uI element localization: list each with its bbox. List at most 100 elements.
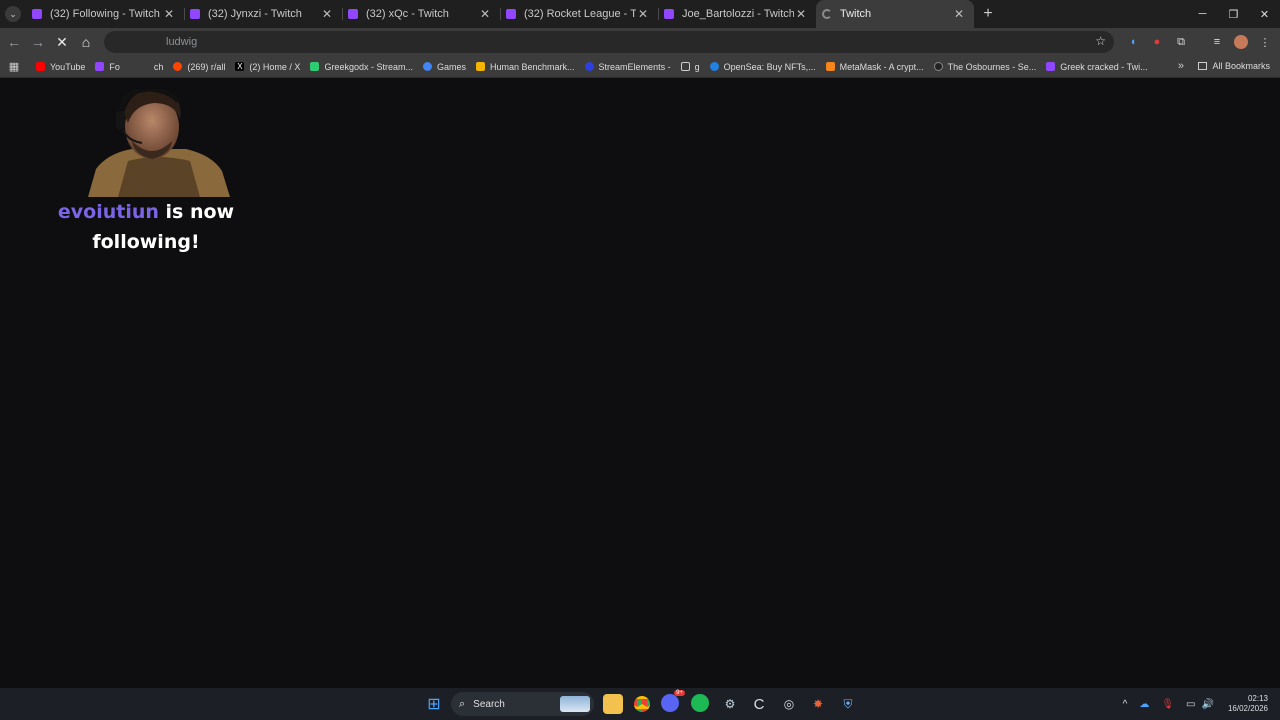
close-icon[interactable]: ✕ (162, 7, 176, 21)
tab-xqc[interactable]: (32) xQc - Twitch ✕ (342, 0, 500, 28)
follow-alert-text: evoiutiun is now following! (20, 197, 272, 257)
close-icon[interactable]: ✕ (636, 7, 650, 21)
cast-extension-icon[interactable]: ◖ (1124, 33, 1142, 51)
spotify-icon[interactable] (691, 694, 709, 712)
stop-button[interactable]: ✕ (50, 30, 74, 54)
close-icon[interactable]: ✕ (952, 7, 966, 21)
bookmark-greek-cracked[interactable]: Greek cracked - Twi... (1046, 62, 1148, 72)
bookmark-opensea[interactable]: OpenSea: Buy NFTs,... (709, 62, 816, 72)
home-button[interactable]: ⌂ (74, 30, 98, 54)
tab-title: (32) Jynxzi - Twitch (208, 8, 302, 20)
bookmark-reddit[interactable]: (269) r/all (173, 62, 225, 72)
arrow-left-icon: ← (7, 34, 21, 50)
tab-following[interactable]: (32) Following - Twitch ✕ (26, 0, 184, 28)
chevron-double-right-icon[interactable]: » (1178, 60, 1184, 72)
record-extension-icon[interactable]: ● (1148, 33, 1166, 51)
system-tray: ^ ☁ 🎙 ▭ 🔊 02:13 16/02/2026 (1123, 688, 1280, 720)
search-highlight-image (560, 696, 590, 712)
taskbar-search[interactable]: ⌕ Search (451, 692, 594, 716)
windows-start-icon[interactable]: ⊞ (424, 694, 444, 714)
x-icon: X (235, 62, 245, 71)
forward-button[interactable]: → (26, 30, 50, 54)
taskbar-clock[interactable]: 02:13 16/02/2026 (1228, 694, 1268, 714)
folder-icon (680, 62, 690, 71)
file-explorer-icon[interactable] (603, 694, 623, 714)
tab-title: (32) xQc - Twitch (366, 8, 449, 20)
bookmark-twitch[interactable]: Fo ch (95, 62, 163, 72)
metamask-icon (825, 62, 835, 71)
bookmark-folder-g[interactable]: g (680, 62, 700, 72)
tab-jynxzi[interactable]: (32) Jynxzi - Twitch ✕ (184, 0, 342, 28)
github-icon[interactable]: ◎ (779, 694, 799, 714)
bookmark-streamelements[interactable]: StreamElements - (584, 62, 671, 72)
all-bookmarks-button[interactable]: All Bookmarks (1198, 61, 1270, 71)
discord-badge: 9+ (674, 690, 685, 696)
bookmark-human-benchmark[interactable]: Human Benchmark... (476, 62, 575, 72)
tab-twitch-active[interactable]: Twitch ✕ (816, 0, 974, 28)
media-controls-icon[interactable]: ≡ (1208, 33, 1226, 51)
google-icon (422, 62, 432, 71)
microphone-icon[interactable]: 🎙 (1161, 699, 1174, 710)
close-icon[interactable]: ✕ (794, 7, 808, 21)
twitch-icon (95, 62, 105, 71)
plus-icon: + (983, 5, 993, 22)
bookmark-star-icon[interactable]: ☆ (1095, 34, 1106, 48)
browser-toolbar: ← → ✕ ⌂ ludwig ☆ ◖ ● ⧉ ≡ ⋮ (0, 28, 1280, 56)
bookmark-metamask[interactable]: MetaMask - A crypt... (825, 62, 924, 72)
opensea-icon (709, 62, 719, 71)
steam-icon[interactable]: ⚙ (720, 694, 740, 714)
discord-icon[interactable]: 9+ (661, 690, 685, 712)
close-icon[interactable]: ✕ (320, 7, 334, 21)
follower-alert-image (88, 89, 230, 197)
tab-rocket-league[interactable]: (32) Rocket League - Twitch ✕ (500, 0, 658, 28)
windows-taskbar: ⊞ ⌕ Search 9+ ⚙ C ◎ ✸ ⛨ ^ ☁ 🎙 ▭ 🔊 02:13 … (0, 688, 1280, 720)
apps-grid-icon[interactable]: ▦ (0, 60, 28, 73)
bookmark-greekgodx[interactable]: Greekgodx - Stream... (310, 62, 413, 72)
game-app-icon[interactable]: ✸ (808, 694, 828, 714)
alert-message-line1: is now (158, 201, 235, 223)
tab-title: (32) Following - Twitch (50, 8, 160, 20)
twitch-icon (348, 9, 358, 19)
bookmark-x[interactable]: X (2) Home / X (235, 62, 300, 72)
menu-dots-icon[interactable]: ⋮ (1256, 33, 1274, 51)
bookmarks-bar: ▦ YouTube Fo ch (269) r/all X (2) Home / X… (0, 56, 1280, 78)
arrow-right-icon: → (31, 34, 45, 50)
tab-strip: ⌄ (32) Following - Twitch ✕ (32) Jynxzi … (0, 0, 1280, 28)
address-bar[interactable]: ludwig ☆ (104, 31, 1114, 53)
back-button[interactable]: ← (2, 30, 26, 54)
chrome-icon[interactable] (632, 694, 652, 714)
shield-app-icon[interactable]: ⛨ (838, 694, 858, 714)
bookmark-games[interactable]: Games (422, 62, 466, 72)
close-window-icon[interactable]: ✕ (1249, 0, 1280, 28)
volume-icon[interactable]: 🔊 (1202, 699, 1214, 710)
folder-icon (1198, 62, 1208, 70)
alert-username: evoiutiun (57, 201, 159, 223)
tab-title: Twitch (840, 8, 872, 20)
tracker-icon (310, 62, 320, 71)
new-tab-button[interactable]: + (974, 0, 1002, 28)
bookmark-youtube[interactable]: YouTube (36, 62, 85, 72)
page-content: evoiutiun is now following! (0, 79, 1280, 688)
puzzle-icon[interactable]: ⧉ (1172, 33, 1190, 51)
youtube-icon (36, 62, 45, 71)
streamelements-icon (584, 62, 594, 71)
minimize-icon[interactable]: ─ (1187, 0, 1218, 28)
profile-avatar[interactable] (1232, 33, 1250, 51)
network-icon[interactable]: ▭ (1186, 699, 1195, 710)
taskbar-search-label: Search (473, 698, 505, 710)
search-icon: ⌕ (459, 697, 466, 710)
close-icon[interactable]: ✕ (478, 7, 492, 21)
onedrive-icon[interactable]: ☁ (1139, 699, 1149, 710)
ccleaner-icon[interactable]: C (749, 694, 769, 714)
chevron-down-icon: ⌄ (5, 6, 21, 22)
twitch-icon (506, 9, 516, 19)
twitch-icon (1046, 62, 1056, 71)
restore-icon[interactable]: ❐ (1218, 0, 1249, 28)
bookmark-osbournes[interactable]: The Osbournes - Se... (933, 62, 1036, 72)
chevron-up-icon[interactable]: ^ (1123, 699, 1128, 710)
tab-search-button[interactable]: ⌄ (0, 0, 26, 28)
site-icon (933, 62, 943, 71)
tab-joe-bartolozzi[interactable]: Joe_Bartolozzi - Twitch ✕ (658, 0, 816, 28)
reddit-icon (173, 62, 183, 71)
lightning-icon (476, 62, 485, 71)
